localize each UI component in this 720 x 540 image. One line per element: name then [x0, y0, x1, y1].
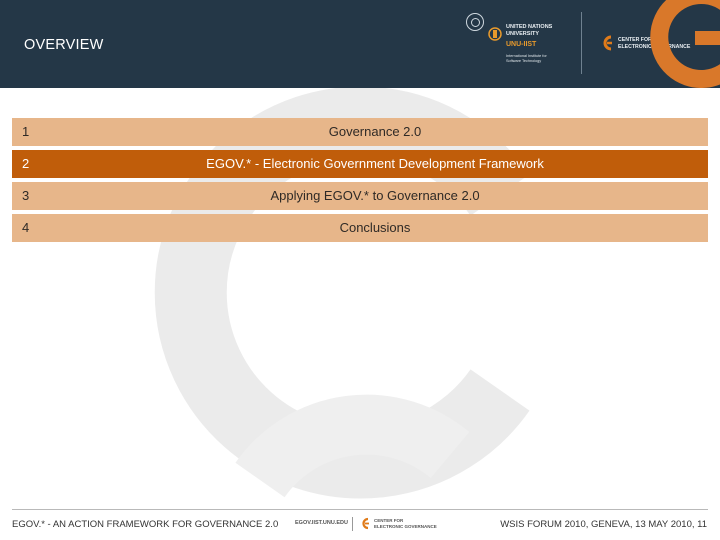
agenda-item-2[interactable]: 2 EGOV.* - Electronic Government Develop…	[12, 150, 708, 178]
unu-name: UNITED NATIONS UNIVERSITY	[506, 24, 553, 37]
egov-logo-icon	[603, 35, 612, 51]
agenda-item-number: 4	[22, 220, 30, 235]
agenda-item-number: 3	[22, 188, 30, 203]
footer-url-link[interactable]: EGOV.IIST.UNU.EDU	[295, 520, 348, 526]
unu-mark-icon	[488, 27, 502, 41]
header-bar: OVERVIEW UNITED NATIONS UNIVERSITY UNU-I…	[0, 0, 720, 88]
footer-egov-logo-icon	[362, 517, 369, 530]
footer-center-name: CENTER FOR ELECTRONIC GOVERNANCE	[374, 518, 437, 529]
unu-subtitle: International Institute for Software Tec…	[506, 54, 547, 63]
unu-iist-logo: UNITED NATIONS UNIVERSITY UNU-IIST Inter…	[466, 11, 586, 77]
slide-title: OVERVIEW	[24, 37, 104, 53]
agenda-item-label: Applying EGOV.* to Governance 2.0	[270, 188, 480, 203]
agenda-item-label: Governance 2.0	[328, 124, 422, 139]
header-divider	[581, 12, 582, 74]
footer-event-info: WSIS FORUM 2010, GENEVA, 13 MAY 2010, 11	[500, 519, 707, 530]
footer-presentation-title: EGOV.* - AN ACTION FRAMEWORK FOR GOVERNA…	[12, 519, 279, 530]
agenda-item-number: 1	[22, 124, 30, 139]
header-g-decoration-icon	[650, 0, 720, 88]
agenda-item-4[interactable]: 4 Conclusions	[12, 214, 708, 242]
agenda-list: 1 Governance 2.0 2 EGOV.* - Electronic G…	[12, 118, 708, 246]
footer-divider	[12, 509, 708, 510]
unu-iist-label: UNU-IIST	[506, 41, 537, 48]
agenda-item-label: EGOV.* - Electronic Government Developme…	[206, 156, 544, 171]
footer-separator	[352, 517, 353, 531]
un-emblem-icon	[466, 13, 484, 31]
agenda-item-3[interactable]: 3 Applying EGOV.* to Governance 2.0	[12, 182, 708, 210]
agenda-item-label: Conclusions	[339, 220, 411, 235]
agenda-item-number: 2	[22, 156, 30, 171]
agenda-item-1[interactable]: 1 Governance 2.0	[12, 118, 708, 146]
